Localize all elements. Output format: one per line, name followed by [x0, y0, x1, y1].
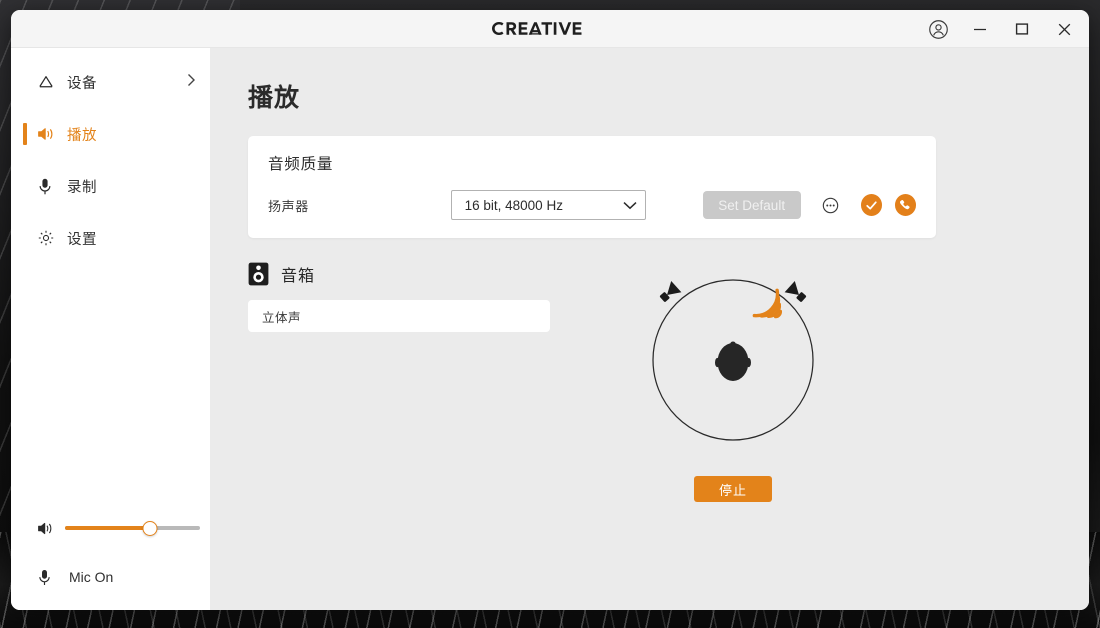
volume-slider[interactable]	[65, 518, 200, 538]
microphone-icon	[37, 568, 61, 587]
speaker-mode-select[interactable]: 立体声	[248, 300, 550, 332]
sidebar-nav: 设备 播放 录制 设置	[11, 48, 210, 254]
microphone-icon	[37, 177, 59, 196]
sound-wave-icon	[752, 288, 783, 319]
speaker-cabinet-icon	[248, 262, 269, 286]
sidebar-item-label: 设置	[67, 231, 97, 248]
volume-icon[interactable]	[37, 520, 61, 537]
diagram-canvas	[633, 262, 833, 468]
main-content: 播放 音频质量 扬声器 16 bit, 48000 Hz Set Default…	[210, 48, 1089, 610]
stop-test-button[interactable]: 停止	[694, 476, 772, 502]
mic-status-label: Mic On	[69, 569, 114, 585]
default-device-badge[interactable]	[860, 194, 882, 216]
set-default-button[interactable]: Set Default	[702, 191, 801, 219]
account-button[interactable]	[917, 10, 959, 48]
slider-knob[interactable]	[142, 520, 158, 536]
volume-control-row	[11, 510, 210, 546]
audio-format-value: 16 bit, 48000 Hz	[464, 197, 563, 213]
default-communication-badge[interactable]	[894, 194, 916, 216]
minimize-button[interactable]	[959, 10, 1001, 48]
speaker-config-panel: 音箱 立体声	[248, 262, 550, 502]
window-controls	[917, 10, 1085, 48]
sidebar-item-label: 播放	[67, 127, 97, 144]
close-button[interactable]	[1043, 10, 1085, 48]
creative-app-window: 设备 播放 录制 设置 Mic On 播放 音频质量 扬声器 16 bit, 4…	[11, 10, 1089, 610]
sidebar-item-devices[interactable]: 设备	[11, 66, 210, 98]
speaker-mode-value: 立体声	[262, 310, 302, 325]
maximize-button[interactable]	[1001, 10, 1043, 48]
speaker-test-diagram: 停止	[617, 262, 849, 502]
device-icon	[37, 73, 59, 91]
chevron-right-icon	[187, 73, 196, 91]
window-body: 设备 播放 录制 设置 Mic On 播放 音频质量 扬声器 16 bit, 4…	[11, 48, 1089, 610]
sidebar-item-playback[interactable]: 播放	[11, 118, 210, 150]
sidebar-bottom-controls: Mic On	[11, 510, 210, 610]
sidebar-item-recording[interactable]: 录制	[11, 170, 210, 202]
sidebar: 设备 播放 录制 设置 Mic On	[11, 48, 210, 610]
more-options-icon[interactable]	[822, 197, 839, 214]
mic-toggle-row[interactable]: Mic On	[11, 560, 210, 594]
audio-quality-card: 音频质量 扬声器 16 bit, 48000 Hz Set Default	[248, 136, 936, 238]
speaker-label: 扬声器	[268, 198, 309, 214]
sidebar-item-label: 录制	[67, 179, 97, 196]
audio-format-select[interactable]: 16 bit, 48000 Hz	[450, 190, 646, 220]
sidebar-item-label: 设备	[67, 75, 97, 92]
page-title: 播放	[248, 84, 301, 112]
speaker-section-title: 音箱	[281, 268, 316, 285]
audio-quality-row: 扬声器 16 bit, 48000 Hz Set Default	[268, 190, 916, 220]
speaker-header: 音箱	[248, 262, 550, 286]
audio-quality-title: 音频质量	[268, 156, 334, 173]
sidebar-item-settings[interactable]: 设置	[11, 222, 210, 254]
slider-fill	[65, 526, 151, 530]
chevron-down-icon	[623, 198, 637, 213]
title-bar	[11, 10, 1089, 48]
speaker-wave-icon	[37, 125, 59, 143]
listener-head	[715, 341, 751, 381]
speaker-section: 音箱 立体声 停止	[248, 262, 1049, 502]
gear-icon	[37, 229, 59, 247]
